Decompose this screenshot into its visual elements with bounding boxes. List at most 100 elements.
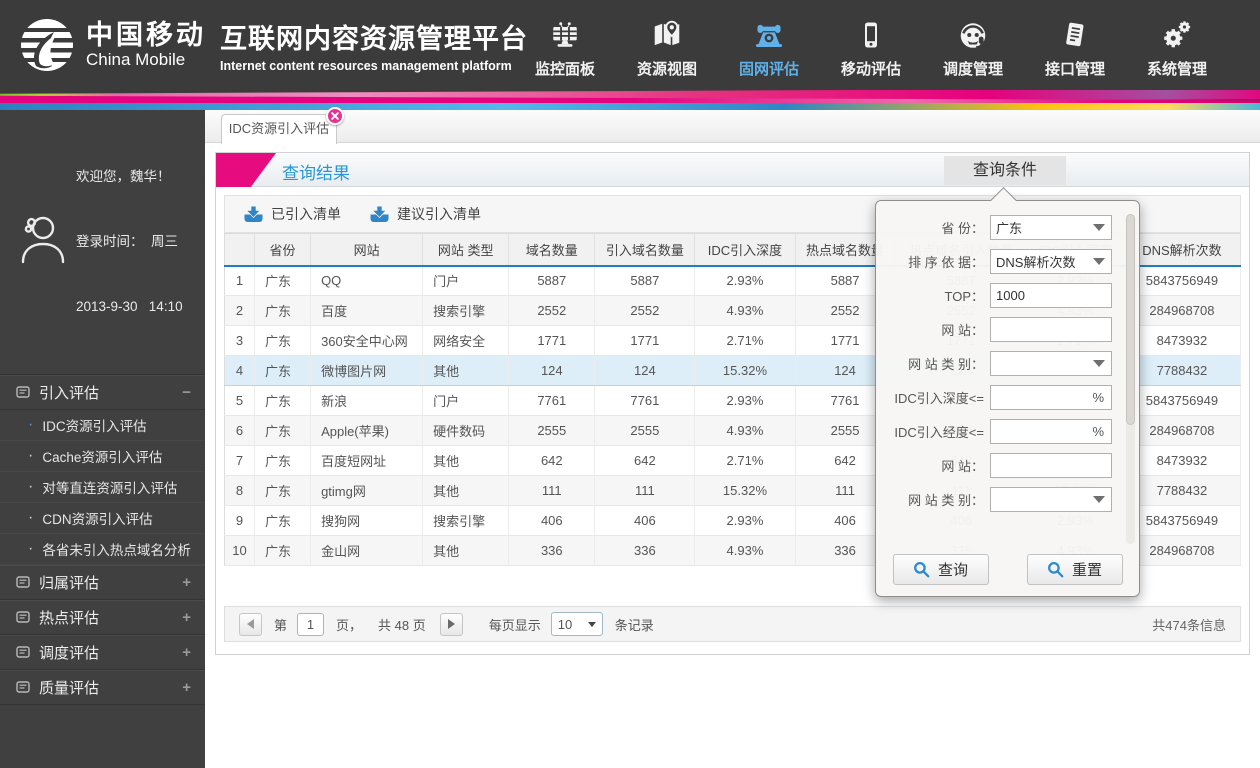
per-page-label: 每页显示 [488,617,541,633]
table-cell: 111 [508,475,596,506]
column-header-2[interactable]: 网站 [310,233,424,267]
query-field-row: IDC引入深度<=% [876,384,1125,410]
field-select-1[interactable]: 广东 [990,214,1112,240]
nav-item-6[interactable]: 接口管理 [1040,9,1110,79]
nav-item-4[interactable]: 移动评估 [836,9,906,79]
suggested-import-list-button[interactable]: 建议引入清单 [369,204,481,224]
field-input-4[interactable] [990,316,1112,342]
table-cell: 2555 [508,415,596,446]
nav-item-1[interactable]: 监控面板 [530,9,600,79]
column-header-1[interactable]: 省份 [254,233,312,267]
sidebar-section-3[interactable]: 热点评估 + [0,599,205,635]
field-input-8[interactable] [990,452,1112,478]
table-cell: 广东 [254,535,312,566]
user-info: 欢迎您，魏华！ 登录时间： 周三 2013-9-30 14:10 [0,110,205,375]
table-cell: 新浪 [310,385,424,416]
table-cell: 其他 [422,355,510,386]
field-input-7[interactable]: % [990,418,1112,444]
table-cell: 广东 [254,475,312,506]
table-cell: 1 [224,265,256,296]
brand-name-cn: 中国移动 [86,19,206,50]
sidebar-section-2[interactable]: 归属评估 + [0,564,205,600]
sidebar-section-4[interactable]: 调度评估 + [0,634,205,670]
expand-icon[interactable]: + [182,679,191,696]
text-input[interactable] [996,457,1106,473]
monitor-dashboard-icon [549,9,581,51]
sidebar-item-1-2[interactable]: · Cache资源引入评估 [0,441,205,472]
tab-idc-assessment[interactable]: IDC资源引入评估 [221,107,344,144]
table-cell: 124 [508,355,596,386]
sidebar-item-1-5[interactable]: · 各省未引入热点域名分析 [0,534,205,565]
column-header-5[interactable]: 引入域名数量 [594,233,696,267]
nav-item-7[interactable]: 系统管理 [1142,9,1212,79]
panel-scrollbar-thumb[interactable] [1126,214,1135,426]
column-header-10[interactable]: DNS解析次数 [1123,233,1242,267]
table-cell: 广东 [254,355,312,386]
table-cell: 其他 [422,445,510,476]
table-cell: 5887 [508,265,596,296]
table-cell: 2552 [508,295,596,326]
text-input[interactable] [996,287,1106,303]
expand-icon[interactable]: + [182,644,191,661]
reset-button[interactable]: 重置 [1026,554,1123,585]
expand-icon[interactable]: + [182,609,191,626]
select-value: 广东 [996,220,1023,236]
table-cell: 8473932 [1123,445,1242,476]
panel-scrollbar[interactable] [1126,214,1135,544]
percent-suffix: % [1092,389,1104,405]
column-header-6[interactable]: IDC引入深度 [694,233,796,267]
query-field-row: 网 站： [876,316,1125,342]
sidebar-section-5[interactable]: 质量评估 + [0,669,205,705]
sidebar: 欢迎您，魏华！ 登录时间： 周三 2013-9-30 14:10 引入评估 − · I… [0,110,205,768]
sidebar-item-1-4[interactable]: · CDN资源引入评估 [0,503,205,534]
search-button-label: 查询 [937,562,968,579]
table-cell: QQ [310,265,424,296]
interface-document-icon [1060,9,1090,51]
sidebar-section-label: 归属评估 [39,574,100,592]
nav-label: 接口管理 [1044,61,1105,78]
field-label: IDC引入深度<= [894,390,984,406]
expand-icon[interactable]: + [182,574,191,591]
field-select-2[interactable]: DNS解析次数 [990,248,1112,274]
query-field-row: 省 份： 广东 [876,214,1125,240]
document-icon [16,386,30,398]
nav-label: 固网评估 [738,61,799,78]
results-titlebar: 查询结果 查询条件 [216,153,1249,187]
next-page-button[interactable] [439,612,463,636]
nav-item-3[interactable]: 固网评估 [734,9,804,79]
search-button[interactable]: 查询 [892,554,989,585]
per-page-select[interactable]: 10 [550,612,603,636]
prev-page-button[interactable] [239,612,262,636]
sidebar-section-label: 引入评估 [39,384,100,402]
field-input-3[interactable] [990,282,1112,308]
nav-item-5[interactable]: 调度管理 [938,9,1008,79]
collapse-icon[interactable]: − [182,384,191,401]
column-header-3[interactable]: 网站 类型 [422,233,510,267]
table-cell: 5843756949 [1123,505,1242,536]
sidebar-item-1-3[interactable]: · 对等直连资源引入评估 [0,472,205,503]
table-cell: 4.93% [694,415,796,446]
sidebar-section-1[interactable]: 引入评估 − [0,374,205,410]
field-input-6[interactable]: % [990,384,1112,410]
text-input[interactable] [996,321,1106,337]
table-cell: 642 [594,445,696,476]
brand: 中国移动 China Mobile 互联网内容资源管理平台 Internet c… [16,14,528,76]
imported-list-button[interactable]: 已引入清单 [243,204,341,224]
nav-item-2[interactable]: 资源视图 [632,9,702,79]
column-header-4[interactable]: 域名数量 [508,233,596,267]
query-conditions-button[interactable]: 查询条件 [944,156,1066,185]
field-select-9[interactable] [990,486,1112,512]
table-cell: 2.93% [694,265,796,296]
sidebar-item-1-1[interactable]: · IDC资源引入评估 [0,410,205,441]
sidebar-menu: 引入评估 − · IDC资源引入评估 · Cache资源引入评估 · 对等直连资源引入评估 · C… [0,374,205,705]
table-cell: 5843756949 [1123,265,1242,296]
tab-close-icon[interactable] [326,107,344,125]
page-number-input[interactable]: 1 [297,612,325,636]
text-input[interactable] [996,423,1093,439]
table-cell: 284968708 [1123,415,1242,446]
text-input[interactable] [996,389,1093,405]
tool-button-label: 已引入清单 [271,206,341,222]
field-select-5[interactable] [990,350,1112,376]
table-cell: 2552 [594,295,696,326]
nav-label: 资源视图 [636,61,697,78]
